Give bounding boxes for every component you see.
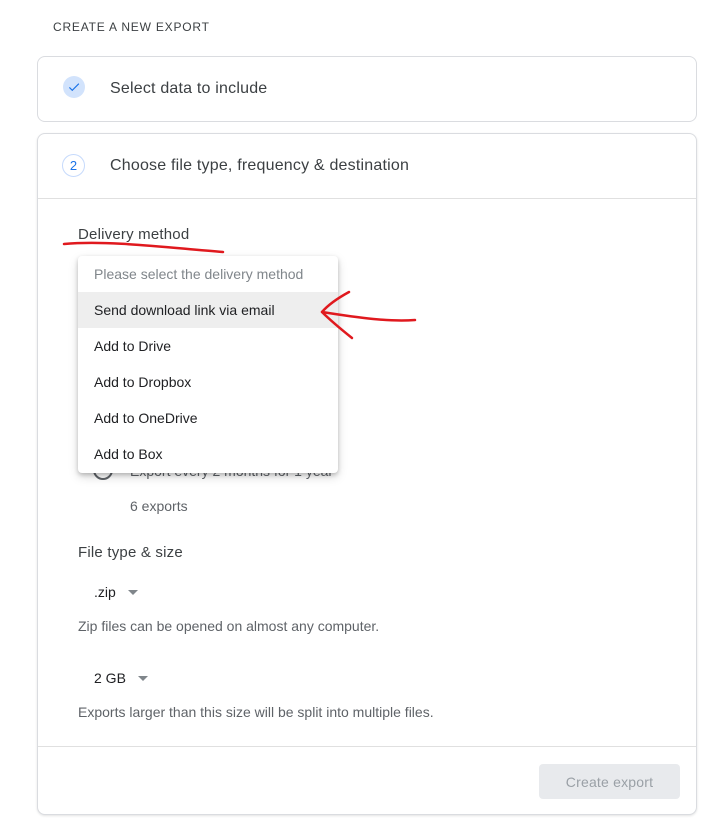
menu-item-placeholder[interactable]: Please select the delivery method — [78, 256, 338, 292]
menu-item-box[interactable]: Add to Box — [78, 436, 338, 472]
step-2-title: Choose file type, frequency & destinatio… — [110, 157, 410, 174]
file-type-value: .zip — [94, 584, 116, 600]
step-1-card[interactable]: Select data to include — [37, 56, 697, 122]
step-number-badge: 2 — [62, 154, 85, 177]
step-2-header[interactable]: 2 Choose file type, frequency & destinat… — [38, 134, 696, 198]
step-divider — [38, 198, 696, 199]
menu-item-drive[interactable]: Add to Drive — [78, 328, 338, 364]
export-count: 6 exports — [130, 498, 188, 514]
file-size-value: 2 GB — [94, 670, 126, 686]
step-2-card: 2 Choose file type, frequency & destinat… — [37, 133, 697, 815]
chevron-down-icon — [137, 675, 148, 681]
create-export-button[interactable]: Create export — [539, 764, 680, 799]
file-type-helper: Zip files can be opened on almost any co… — [78, 618, 380, 634]
footer-divider — [38, 746, 696, 747]
menu-item-dropbox[interactable]: Add to Dropbox — [78, 364, 338, 400]
delivery-method-dropdown[interactable]: Please select the delivery method Send d… — [78, 256, 338, 473]
file-type-select[interactable]: .zip — [94, 584, 138, 600]
step-1-header[interactable]: Select data to include — [38, 57, 696, 121]
delivery-method-label: Delivery method — [78, 226, 190, 243]
page-header: CREATE A NEW EXPORT — [53, 20, 210, 34]
menu-item-onedrive[interactable]: Add to OneDrive — [78, 400, 338, 436]
menu-item-email-link[interactable]: Send download link via email — [78, 292, 338, 328]
file-type-label: File type & size — [78, 544, 183, 561]
step-1-title: Select data to include — [110, 80, 268, 97]
check-icon — [63, 76, 85, 98]
file-size-select[interactable]: 2 GB — [94, 670, 148, 686]
file-size-helper: Exports larger than this size will be sp… — [78, 704, 434, 720]
chevron-down-icon — [127, 589, 138, 595]
